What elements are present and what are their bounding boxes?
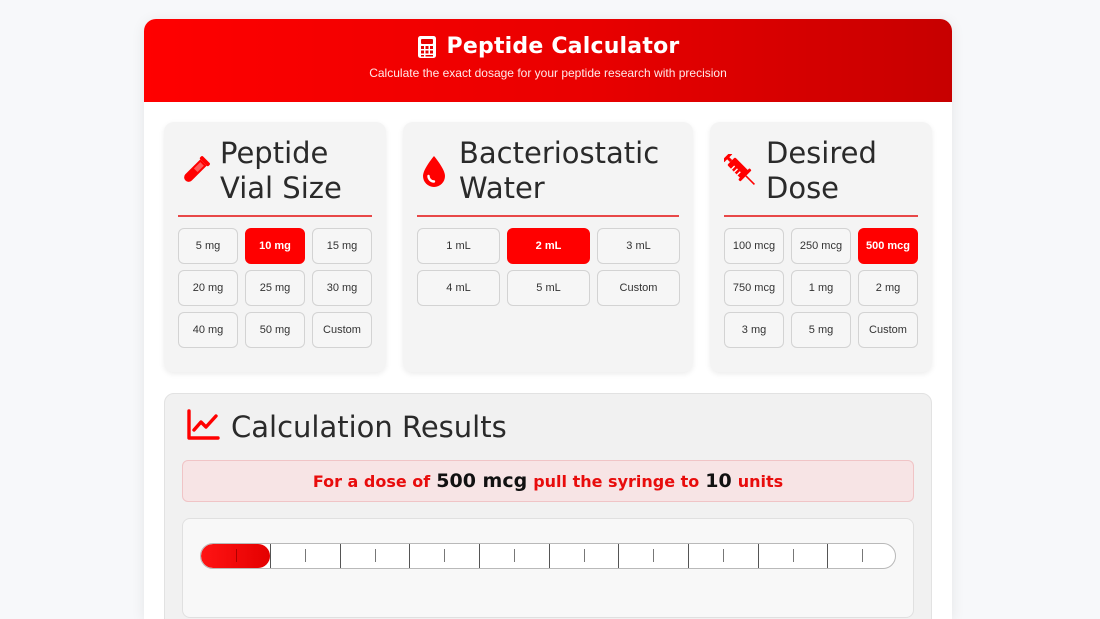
water-drop-icon [417,154,451,188]
syringe-icon [724,154,758,188]
syringe-major-tick [479,544,480,568]
dose-option-500mcg[interactable]: 500 mcg [858,228,918,264]
dose-option-250mcg[interactable]: 250 mcg [791,228,851,264]
banner-suffix: units [737,471,784,491]
results-panel: Calculation Results For a dose of 500 mc… [164,393,932,619]
page-subtitle: Calculate the exact dosage for your pept… [369,66,727,80]
water-options: 1 mL 2 mL 3 mL 4 mL 5 mL Custom [417,228,680,306]
vial-option-30mg[interactable]: 30 mg [312,270,372,306]
water-option-4ml[interactable]: 4 mL [417,270,500,306]
vial-option-custom[interactable]: Custom [312,312,372,348]
calculator-panel: Peptide Calculator Calculate the exact d… [144,19,952,619]
syringe-minor-tick [513,549,515,562]
water-title-line2: Water [459,171,545,205]
dose-option-1mg[interactable]: 1 mg [791,270,851,306]
syringe-barrel [200,543,896,569]
vial-option-50mg[interactable]: 50 mg [245,312,305,348]
page-title: Peptide Calculator [446,34,680,59]
dose-options: 100 mcg 250 mcg 500 mcg 750 mcg 1 mg 2 m… [724,228,918,348]
syringe-minor-tick [235,549,237,562]
dose-option-5mg[interactable]: 5 mg [791,312,851,348]
dose-card: Desired Dose 100 mcg 250 mcg 500 mcg 750… [710,122,932,372]
dose-option-100mcg[interactable]: 100 mcg [724,228,784,264]
dose-option-3mg[interactable]: 3 mg [724,312,784,348]
calculator-icon [417,35,437,59]
dose-option-custom[interactable]: Custom [858,312,918,348]
vial-size-card: Peptide Vial Size 5 mg 10 mg 15 mg 20 mg… [164,122,386,372]
chart-line-icon [186,409,220,445]
syringe-major-tick [618,544,620,568]
dose-instruction-banner: For a dose of 500 mcg pull the syringe t… [182,460,914,502]
syringe-minor-tick [374,549,376,562]
syringe-major-tick [270,544,271,568]
syringe-visual [182,518,914,618]
syringe-major-tick [827,544,829,568]
banner-mid: pull the syringe to [533,471,700,491]
vial-option-40mg[interactable]: 40 mg [178,312,238,348]
test-tube-icon [178,154,212,188]
vial-divider [178,215,372,217]
syringe-major-tick [688,544,689,568]
syringe-minor-tick [653,549,655,562]
vial-options: 5 mg 10 mg 15 mg 20 mg 25 mg 30 mg 40 mg… [178,228,372,348]
banner-units-value: 10 [705,470,732,492]
calculator-header: Peptide Calculator Calculate the exact d… [144,19,952,102]
syringe-minor-tick [792,549,794,562]
water-option-3ml[interactable]: 3 mL [597,228,680,264]
dose-title-line1: Desired [766,136,877,170]
syringe-minor-tick [444,549,446,562]
vial-option-10mg[interactable]: 10 mg [245,228,305,264]
syringe-major-tick [757,544,759,568]
syringe-major-tick [339,544,341,568]
syringe-minor-tick [862,549,864,562]
water-option-5ml[interactable]: 5 mL [507,270,590,306]
vial-option-5mg[interactable]: 5 mg [178,228,238,264]
water-divider [417,215,679,217]
syringe-major-tick [409,544,411,568]
dose-title-line2: Dose [766,171,840,205]
dose-option-2mg[interactable]: 2 mg [858,270,918,306]
syringe-minor-tick [304,549,306,562]
vial-option-25mg[interactable]: 25 mg [245,270,305,306]
water-option-custom[interactable]: Custom [597,270,680,306]
banner-prefix: For a dose of [312,471,431,491]
water-title-line1: Bacteriostatic [459,136,660,170]
vial-option-20mg[interactable]: 20 mg [178,270,238,306]
dose-divider [724,215,918,217]
vial-title-line2: Vial Size [220,171,342,205]
water-option-1ml[interactable]: 1 mL [417,228,500,264]
syringe-major-tick [548,544,550,568]
water-card: Bacteriostatic Water 1 mL 2 mL 3 mL 4 mL… [403,122,693,372]
selector-cards: Peptide Vial Size 5 mg 10 mg 15 mg 20 mg… [144,102,952,377]
vial-option-15mg[interactable]: 15 mg [312,228,372,264]
dose-option-750mcg[interactable]: 750 mcg [724,270,784,306]
syringe-minor-tick [722,549,724,562]
results-title: Calculation Results [231,410,507,444]
syringe-minor-tick [583,549,585,562]
water-option-2ml[interactable]: 2 mL [507,228,590,264]
banner-dose-value: 500 mcg [436,470,528,492]
vial-title-line1: Peptide [220,136,329,170]
